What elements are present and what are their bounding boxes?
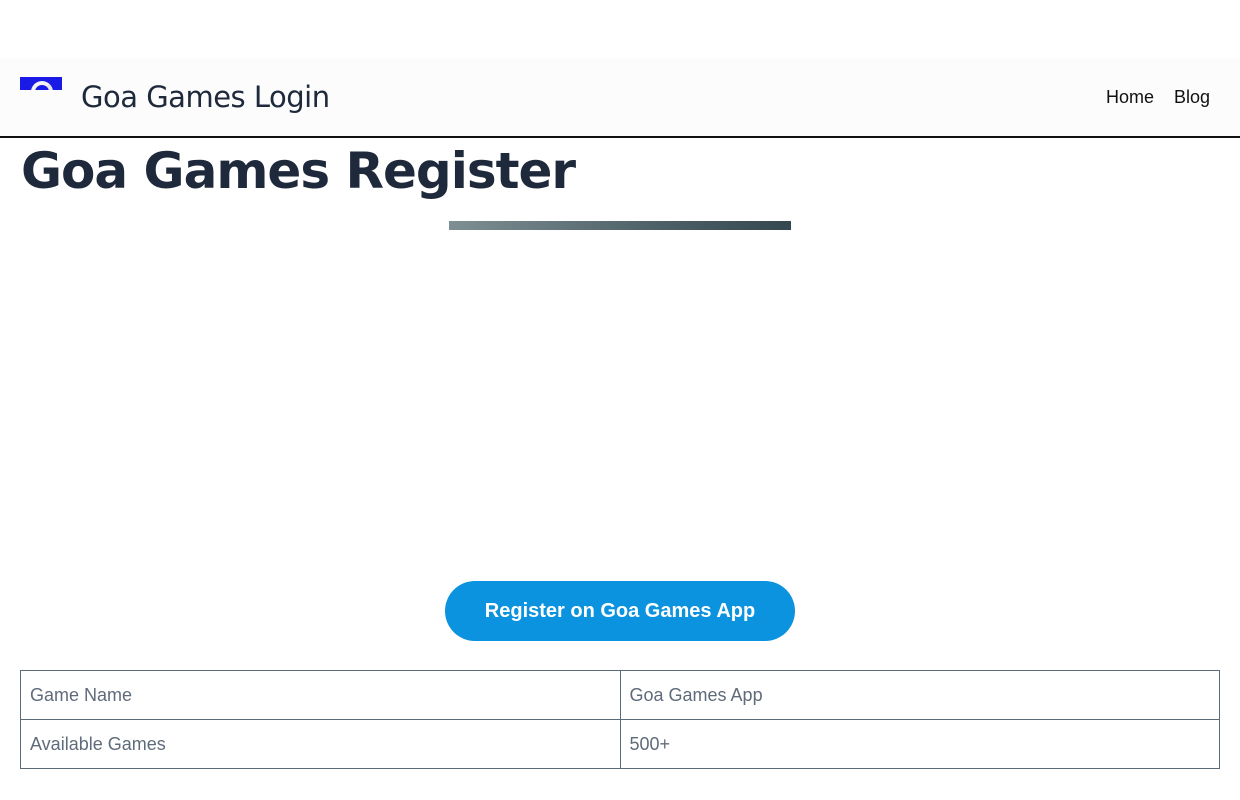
main-nav: Home Blog (1106, 87, 1210, 108)
nav-blog-link[interactable]: Blog (1174, 87, 1210, 108)
table-cell-key: Game Name (20, 670, 621, 720)
brand[interactable]: Goa Games Login (20, 77, 330, 114)
goa-games-logo-icon[interactable] (20, 77, 62, 90)
site-title[interactable]: Goa Games Login (81, 80, 330, 114)
register-button[interactable]: Register on Goa Games App (445, 581, 795, 641)
table-cell-key: Available Games (20, 719, 621, 769)
logo-swirl (31, 81, 53, 90)
nav-home-link[interactable]: Home (1106, 87, 1154, 108)
table-cell-value: 500+ (619, 719, 1220, 769)
table-row: Game Name Goa Games App (20, 670, 1220, 720)
site-header: Goa Games Login Home Blog (0, 58, 1240, 138)
table-cell-value: Goa Games App (619, 670, 1220, 720)
table-row: Available Games 500+ (20, 719, 1220, 769)
page-title: Goa Games Register (21, 142, 576, 200)
info-table: Game Name Goa Games App Available Games … (20, 670, 1220, 769)
top-spacer (0, 0, 1240, 58)
gradient-divider (449, 221, 791, 230)
